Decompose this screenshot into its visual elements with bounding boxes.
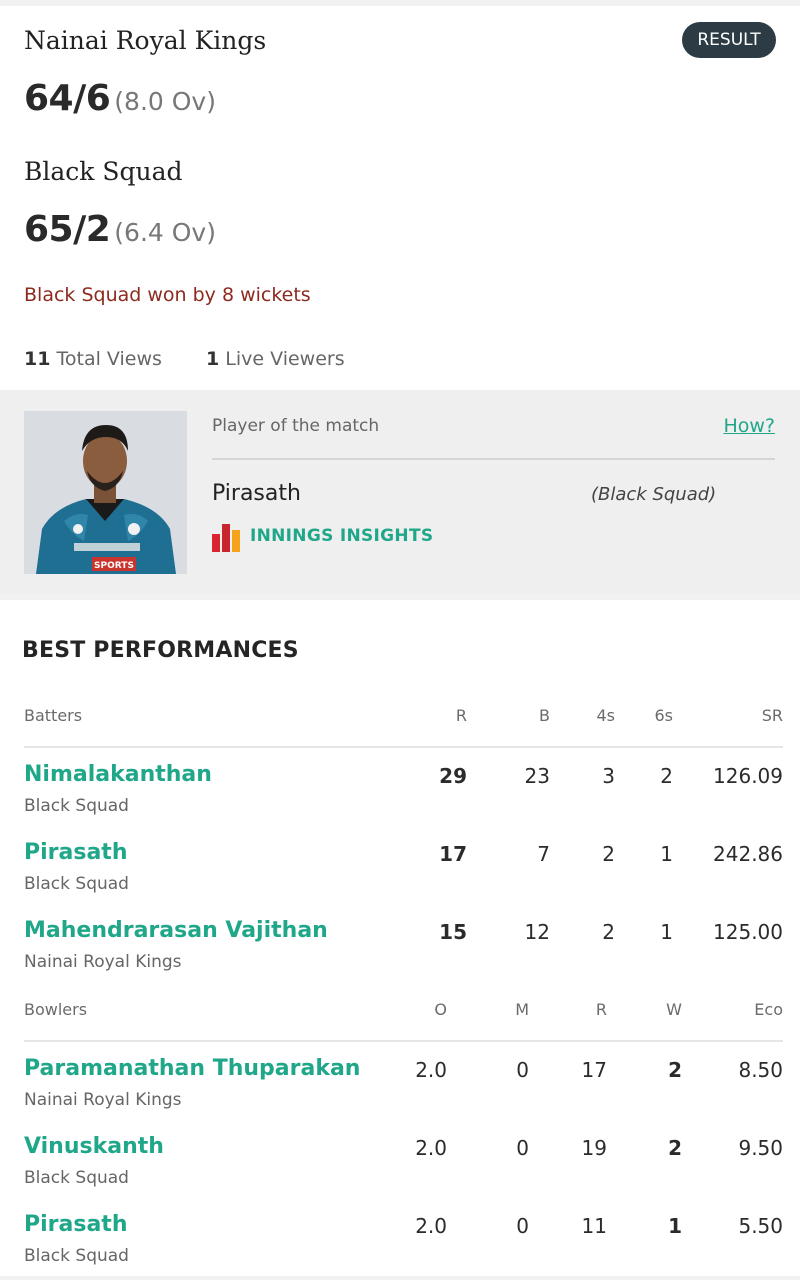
match-result: Black Squad won by 8 wickets xyxy=(24,284,311,306)
bowler-runs: 11 xyxy=(581,1214,607,1238)
header-economy: Eco xyxy=(754,1000,783,1019)
header-overs: O xyxy=(434,1000,447,1019)
bowler-runs: 17 xyxy=(581,1058,607,1082)
bowler-overs: 2.0 xyxy=(415,1058,447,1082)
batter-balls: 12 xyxy=(524,920,550,944)
bowler-name[interactable]: Pirasath xyxy=(24,1212,127,1237)
header-maidens: M xyxy=(515,1000,529,1019)
total-views-count: 11 xyxy=(24,348,51,370)
bowler-team: Black Squad xyxy=(24,1168,129,1188)
bowler-row[interactable]: Vinuskanth Black Squad 2.0 0 19 2 9.50 xyxy=(24,1122,783,1200)
bowlers-header: Bowlers O M R W Eco xyxy=(24,980,783,1042)
batter-strike-rate: 242.86 xyxy=(713,842,783,866)
header-balls: B xyxy=(539,706,550,725)
bowler-overs: 2.0 xyxy=(415,1136,447,1160)
bowler-team: Nainai Royal Kings xyxy=(24,1090,182,1110)
bowler-name[interactable]: Vinuskanth xyxy=(24,1134,164,1159)
team1-score-line: 64/6 (8.0 Ov) xyxy=(24,78,216,119)
total-views: 11 Total Views xyxy=(24,348,162,370)
team1-name: Nainai Royal Kings xyxy=(24,26,267,55)
batter-sixes: 1 xyxy=(660,920,673,944)
team2-name: Black Squad xyxy=(24,157,183,186)
batter-row[interactable]: Nimalakanthan Black Squad 29 23 3 2 126.… xyxy=(24,750,783,828)
bowlers-header-label: Bowlers xyxy=(24,1000,88,1019)
batter-row[interactable]: Mahendrarasan Vajithan Nainai Royal King… xyxy=(24,906,783,984)
bowler-economy: 5.50 xyxy=(738,1214,783,1238)
bowler-wickets: 1 xyxy=(668,1214,682,1238)
total-views-label: Total Views xyxy=(56,348,162,370)
team2-score-line: 65/2 (6.4 Ov) xyxy=(24,209,216,250)
batter-sixes: 2 xyxy=(660,764,673,788)
batter-row[interactable]: Pirasath Black Squad 17 7 2 1 242.86 xyxy=(24,828,783,906)
batter-name[interactable]: Pirasath xyxy=(24,840,127,865)
header-strike-rate: SR xyxy=(761,706,783,725)
bowler-maidens: 0 xyxy=(516,1136,529,1160)
live-viewers-count: 1 xyxy=(206,348,220,370)
batter-balls: 7 xyxy=(537,842,550,866)
bowler-maidens: 0 xyxy=(516,1214,529,1238)
potm-player-team: (Black Squad) xyxy=(591,484,717,505)
bar-chart-icon xyxy=(212,524,240,552)
potm-player-name[interactable]: Pirasath xyxy=(212,481,301,506)
player-photo[interactable]: SPORTS xyxy=(24,411,187,574)
header-wickets: W xyxy=(666,1000,682,1019)
how-link[interactable]: How? xyxy=(723,415,775,437)
bowler-wickets: 2 xyxy=(668,1058,682,1082)
batter-team: Nainai Royal Kings xyxy=(24,952,182,972)
bowler-name[interactable]: Paramanathan Thuparakan xyxy=(24,1056,360,1081)
team1-overs: (8.0 Ov) xyxy=(114,87,216,116)
team2-score: 65/2 xyxy=(24,209,111,250)
batter-sixes: 1 xyxy=(660,842,673,866)
batters-header: Batters R B 4s 6s SR xyxy=(24,686,783,748)
batter-runs: 17 xyxy=(439,842,467,866)
header-fours: 4s xyxy=(596,706,615,725)
innings-insights-link[interactable]: INNINGS INSIGHTS xyxy=(212,520,433,552)
potm-label: Player of the match xyxy=(212,416,380,436)
photo-jersey-text: SPORTS xyxy=(94,561,134,571)
batter-strike-rate: 125.00 xyxy=(713,920,783,944)
section-title: BEST PERFORMANCES xyxy=(22,638,299,663)
team1-score: 64/6 xyxy=(24,78,111,119)
match-summary-page: Nainai Royal Kings RESULT 64/6 (8.0 Ov) B… xyxy=(0,0,800,1280)
team2-overs: (6.4 Ov) xyxy=(114,218,216,247)
batter-team: Black Squad xyxy=(24,796,129,816)
bowler-overs: 2.0 xyxy=(415,1214,447,1238)
batters-header-label: Batters xyxy=(24,706,83,725)
batter-runs: 29 xyxy=(439,764,467,788)
header-runs: R xyxy=(455,706,467,725)
score-card: Nainai Royal Kings RESULT 64/6 (8.0 Ov) B… xyxy=(0,6,800,390)
header-sixes: 6s xyxy=(654,706,673,725)
batter-fours: 3 xyxy=(602,764,615,788)
potm-divider xyxy=(212,458,775,460)
bowler-maidens: 0 xyxy=(516,1058,529,1082)
batter-fours: 2 xyxy=(602,920,615,944)
batter-strike-rate: 126.09 xyxy=(713,764,783,788)
batter-runs: 15 xyxy=(439,920,467,944)
batter-fours: 2 xyxy=(602,842,615,866)
player-photo-image: SPORTS xyxy=(24,411,187,574)
status-badge: RESULT xyxy=(682,22,776,58)
batter-name[interactable]: Mahendrarasan Vajithan xyxy=(24,918,328,943)
live-viewers-label: Live Viewers xyxy=(225,348,345,370)
batter-balls: 23 xyxy=(524,764,550,788)
bowler-economy: 8.50 xyxy=(738,1058,783,1082)
player-of-the-match-card[interactable]: SPORTS Player of the match How? Pirasath… xyxy=(0,390,800,594)
header-runs-conceded: R xyxy=(595,1000,607,1019)
bowler-wickets: 2 xyxy=(668,1136,682,1160)
batter-name[interactable]: Nimalakanthan xyxy=(24,762,212,787)
batter-team: Black Squad xyxy=(24,874,129,894)
best-performances: BEST PERFORMANCES Batters R B 4s 6s SR N… xyxy=(0,600,800,1276)
live-viewers: 1 Live Viewers xyxy=(206,348,345,370)
bowler-team: Black Squad xyxy=(24,1246,129,1266)
bowler-runs: 19 xyxy=(581,1136,607,1160)
bowler-economy: 9.50 xyxy=(738,1136,783,1160)
innings-insights-label: INNINGS INSIGHTS xyxy=(250,526,434,546)
bowler-row[interactable]: Paramanathan Thuparakan Nainai Royal Kin… xyxy=(24,1044,783,1122)
bowler-row[interactable]: Pirasath Black Squad 2.0 0 11 1 5.50 xyxy=(24,1200,783,1278)
